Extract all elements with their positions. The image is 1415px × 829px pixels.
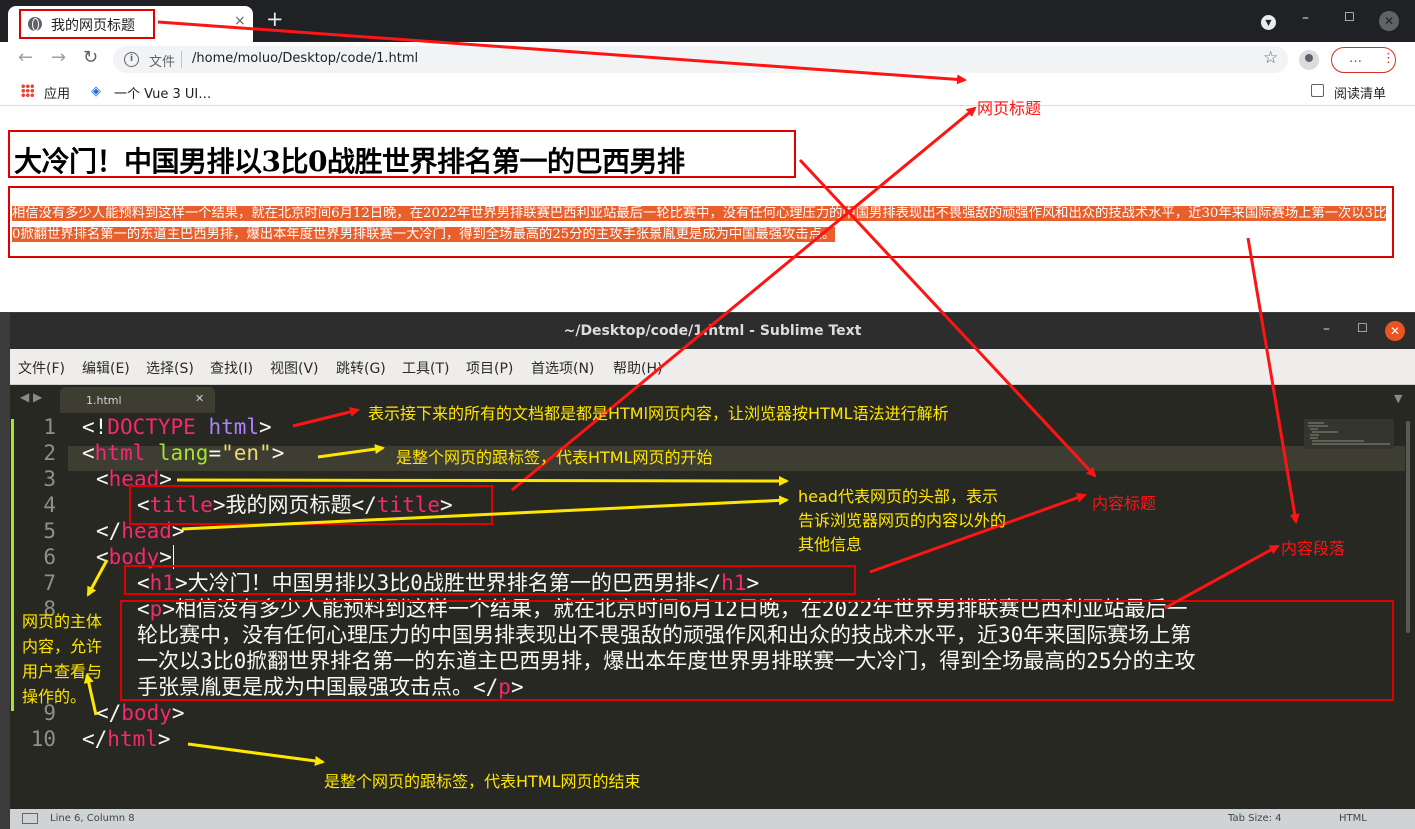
note-head-2: 告诉浏览器网页的内容以外的 — [798, 511, 1007, 530]
note-page-title: 网页标题 — [977, 99, 1042, 118]
arrow-head-close — [181, 495, 789, 531]
arrow-html-end — [187, 742, 325, 766]
note-head-1: head代表网页的头部，表示 — [798, 487, 998, 506]
arrow-p-to-label — [1246, 237, 1300, 524]
arrow-title-tag-to-label — [511, 106, 977, 492]
note-doctype: 表示接下来的所有的文档都是都是HTMl网页内容，让浏览器按HTML语法进行解析 — [368, 404, 949, 423]
arrow-head-open — [176, 475, 789, 486]
arrow-tab-to-label — [157, 20, 967, 85]
note-body-4: 操作的。 — [22, 687, 87, 706]
arrow-html-start — [317, 444, 385, 459]
note-body-3: 用户查看与 — [22, 662, 103, 681]
note-content-paragraph: 内容段落 — [1281, 539, 1346, 558]
note-content-title: 内容标题 — [1092, 494, 1157, 513]
arrow-body-open — [86, 559, 109, 597]
arrow-h1-to-label — [798, 158, 1097, 478]
note-body-2: 内容，允许 — [22, 637, 103, 656]
note-html-start: 是整个网页的跟标签，代表HTML网页的开始 — [396, 448, 713, 467]
arrow-p-tag-to-label — [1164, 544, 1280, 610]
note-html-end: 是整个网页的跟标签，代表HTML网页的结束 — [324, 772, 641, 791]
arrow-doctype — [292, 407, 360, 428]
note-head-3: 其他信息 — [798, 535, 863, 554]
note-body-1: 网页的主体 — [22, 612, 103, 631]
